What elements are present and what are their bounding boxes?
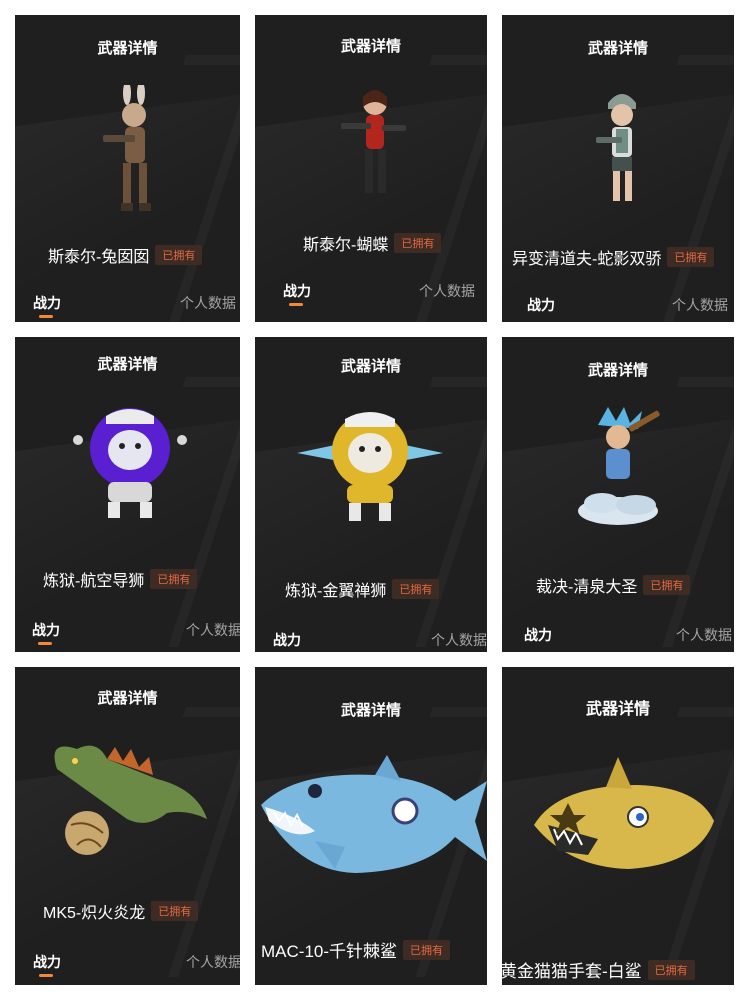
owned-badge: 已拥有 (647, 959, 695, 980)
tab-power[interactable]: 战力 (33, 952, 61, 977)
card-title: 武器详情 (97, 690, 158, 707)
owned-badge: 已拥有 (643, 575, 691, 595)
card-title: 武器详情 (340, 702, 401, 719)
tab-power-label: 战力 (32, 622, 60, 638)
weapon-card-mac10-shark[interactable]: 武器详情 MAC-10-千针棘鲨 已拥有 (255, 667, 487, 985)
weapon-card-purgatory-aviation-lion[interactable]: 武器详情 炼狱-航空导狮 已拥有 战力 个人数据 (15, 337, 240, 652)
bunny-girl-character-image (103, 85, 151, 211)
dragon-character-image (54, 745, 207, 855)
blue-shark-character-image (261, 755, 487, 873)
purple-lion-character-image (73, 408, 187, 518)
weapon-name: 黄金猫猫手套-白鲨 (502, 962, 642, 981)
weapon-name: 裁决-清泉大圣 (536, 579, 638, 596)
tab-power-label: 战力 (33, 954, 61, 970)
weapon-card-golden-cat-glove-shark[interactable]: 武器详情 黄金猫猫手套-白鲨 已拥有 (502, 667, 734, 985)
owned-badge: 已拥有 (150, 569, 198, 589)
tab-power-label: 战力 (273, 632, 301, 648)
weapon-name: 斯泰尔-蝴蝶 (303, 237, 389, 254)
card-title: 武器详情 (97, 356, 158, 373)
owned-badge: 已拥有 (403, 939, 451, 960)
weapon-name: 斯泰尔-兔囡囡 (48, 249, 150, 266)
active-tab-indicator (38, 642, 52, 645)
weapon-card-stell-butterfly[interactable]: 武器详情 斯泰尔-蝴蝶 已拥有 战力 个人数据 (255, 15, 487, 322)
weapon-card-mk5-dragon[interactable]: 武器详情 MK5-炽火炎龙 已拥有 战力 个人数据 (15, 667, 240, 985)
card-title: 武器详情 (585, 701, 650, 718)
tab-power-label: 战力 (33, 295, 61, 311)
tab-power[interactable]: 战力 (273, 630, 301, 650)
tab-power[interactable]: 战力 (283, 281, 311, 306)
tab-power-label: 战力 (283, 283, 311, 299)
weapon-name: MAC-10-千针棘鲨 (261, 942, 398, 961)
weapon-card-judgment-sage[interactable]: 武器详情 裁决-清泉大圣 已拥有 战力 个人数据 (502, 337, 734, 652)
tab-power[interactable]: 战力 (32, 620, 60, 645)
active-tab-indicator (39, 315, 53, 318)
golden-lion-character-image (297, 412, 443, 521)
tab-power[interactable]: 战力 (524, 625, 552, 645)
owned-badge: 已拥有 (394, 233, 442, 253)
card-title: 武器详情 (587, 362, 648, 379)
weapon-card-scavenger[interactable]: 武器详情 异变清道夫-蛇影双骄 已拥有 战力 个人数据 (502, 15, 734, 322)
tab-personal-data[interactable]: 个人数据 (180, 293, 236, 313)
weapon-card-purgatory-golden-wing-lion[interactable]: 武器详情 炼狱-金翼禅狮 已拥有 战力 个人数据 (255, 337, 487, 652)
tab-power[interactable]: 战力 (33, 293, 61, 318)
active-tab-indicator (289, 303, 303, 306)
owned-badge: 已拥有 (392, 579, 440, 599)
tab-personal-data[interactable]: 个人数据 (186, 620, 240, 640)
tab-personal-data[interactable]: 个人数据 (186, 952, 240, 972)
card-title: 武器详情 (97, 40, 158, 57)
tab-personal-data[interactable]: 个人数据 (419, 281, 475, 301)
tab-power-label: 战力 (527, 297, 555, 313)
card-title: 武器详情 (587, 40, 648, 57)
tab-personal-data[interactable]: 个人数据 (676, 625, 732, 645)
weapon-name: MK5-炽火炎龙 (43, 905, 146, 922)
owned-badge: 已拥有 (155, 245, 203, 265)
card-title: 武器详情 (340, 38, 401, 55)
monkey-king-character-image (578, 407, 660, 525)
tab-personal-data[interactable]: 个人数据 (431, 630, 487, 650)
owned-badge: 已拥有 (151, 901, 199, 921)
weapon-name: 炼狱-航空导狮 (43, 573, 145, 590)
butterfly-girl-character-image (341, 90, 406, 193)
scavenger-girl-character-image (596, 94, 636, 201)
weapon-name: 异变清道夫-蛇影双骄 (512, 251, 662, 268)
tab-power-label: 战力 (524, 627, 552, 643)
active-tab-indicator (39, 974, 53, 977)
golden-shark-glove-image (534, 757, 714, 869)
tab-power[interactable]: 战力 (527, 295, 555, 315)
card-title: 武器详情 (340, 358, 401, 375)
weapon-name: 炼狱-金翼禅狮 (285, 583, 387, 600)
owned-badge: 已拥有 (667, 247, 715, 267)
weapon-card-stell-bunny[interactable]: 武器详情 斯泰尔-兔囡囡 已拥有 战力 个人数据 (15, 15, 240, 322)
tab-personal-data[interactable]: 个人数据 (672, 295, 728, 315)
